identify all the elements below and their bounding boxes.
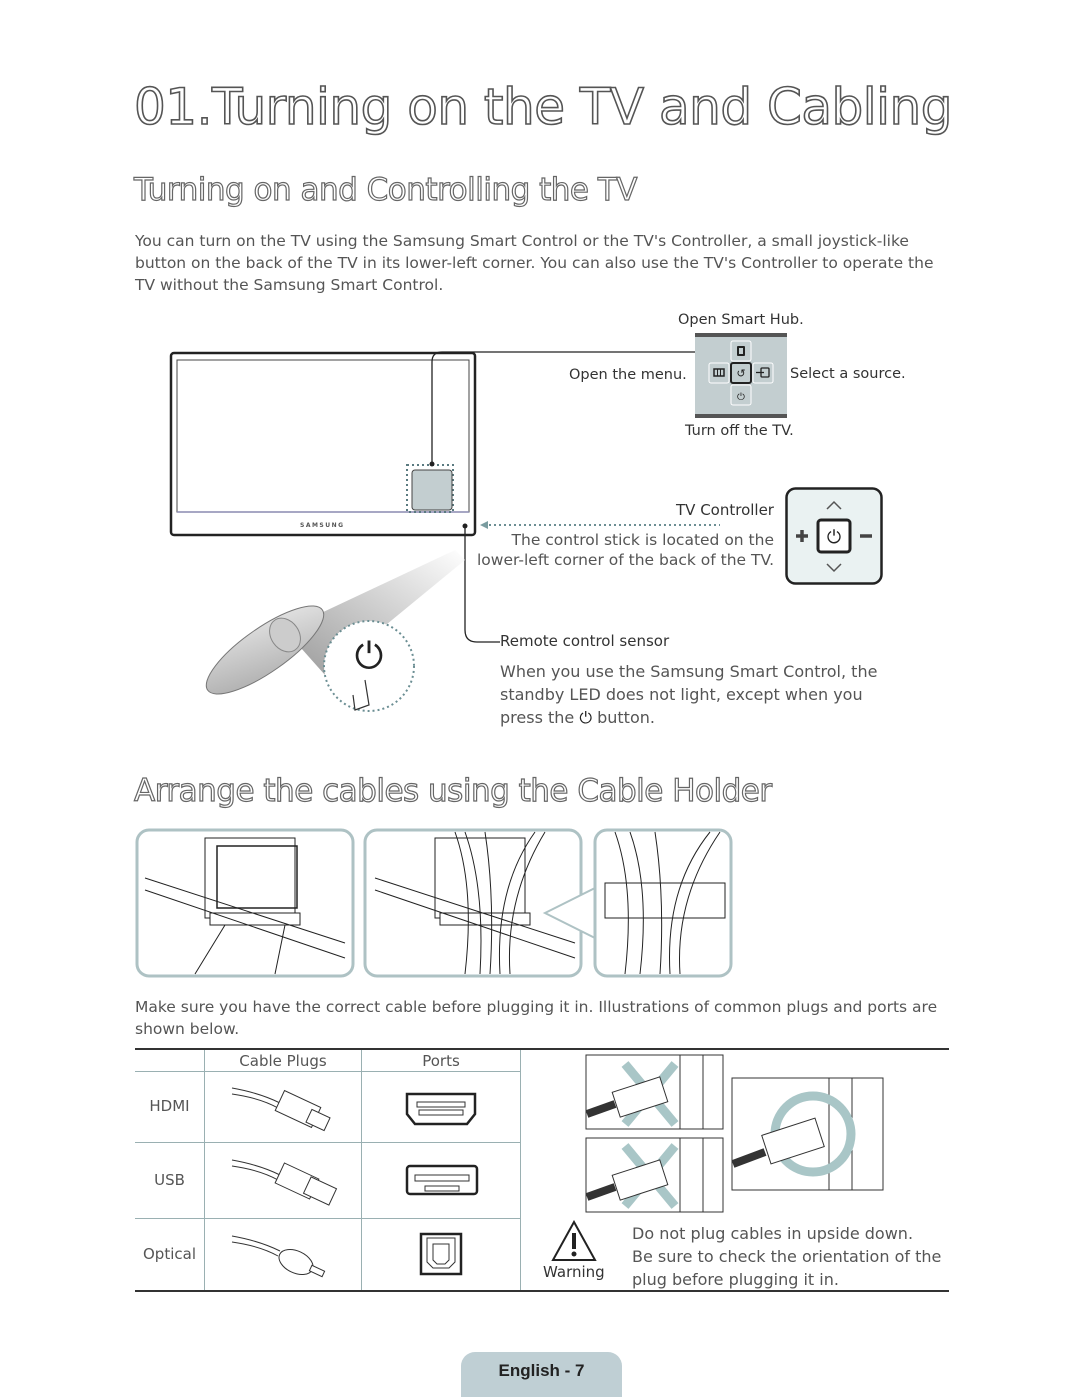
line3-after: button. bbox=[597, 708, 655, 727]
cable-holder-step-3-detail bbox=[593, 828, 733, 978]
row-label-hdmi: HDMI bbox=[149, 1097, 190, 1115]
remote-sensor-desc: When you use the Samsung Smart Control, … bbox=[500, 660, 880, 729]
tv-brand-logo: SAMSUNG bbox=[300, 522, 345, 529]
warning-line-1: Do not plug cables in upside down. bbox=[632, 1224, 914, 1243]
remote-sensor-title: Remote control sensor bbox=[500, 632, 670, 650]
tv-controller-desc-1: The control stick is located on the bbox=[511, 531, 774, 549]
power-button-icon: ⏻ bbox=[827, 527, 841, 548]
usb-port-icon bbox=[405, 1164, 479, 1196]
callout-lines bbox=[429, 351, 720, 643]
section-heading-cable-holder: Arrange the cables using the Cable Holde… bbox=[133, 772, 772, 809]
page-title: 01.Turning on the TV and Cabling bbox=[133, 77, 953, 137]
tv-controller-title: TV Controller bbox=[676, 501, 774, 519]
warning-line-2: Be sure to check the orientation of the bbox=[632, 1247, 942, 1266]
header-cable-plugs: Cable Plugs bbox=[239, 1052, 327, 1070]
cable-intro-paragraph: Make sure you have the correct cable bef… bbox=[135, 998, 938, 1038]
open-menu-label: Open the menu. bbox=[569, 367, 687, 383]
warning-label: Warning bbox=[543, 1263, 605, 1281]
turn-off-tv-label: Turn off the TV. bbox=[685, 423, 794, 439]
inline-power-icon: ⏻ bbox=[579, 708, 592, 727]
optical-port-icon bbox=[419, 1232, 463, 1276]
hdmi-port-icon bbox=[405, 1092, 477, 1126]
orientation-illustrations bbox=[585, 1054, 884, 1213]
warning-line-3: plug before plugging it in. bbox=[632, 1270, 839, 1289]
select-source-label: Select a source. bbox=[790, 366, 906, 382]
optical-plug-icon bbox=[231, 1235, 326, 1278]
remote-sensor-line-2: standby LED does not light, except when … bbox=[500, 685, 863, 704]
remote-power-icon: ⏻ bbox=[355, 636, 383, 677]
line3-before: press the bbox=[500, 708, 575, 727]
section-heading-turning-on: Turning on and Controlling the TV bbox=[133, 171, 638, 208]
warning-text: Do not plug cables in upside down. Be su… bbox=[632, 1222, 952, 1291]
header-ports: Ports bbox=[422, 1052, 460, 1070]
remote-sensor-line-1: When you use the Samsung Smart Control, … bbox=[500, 662, 878, 681]
warning-icon bbox=[551, 1220, 597, 1261]
open-smart-hub-label: Open Smart Hub. bbox=[678, 312, 804, 328]
cable-holder-step-2 bbox=[363, 828, 583, 978]
page-number-tab: English - 7 bbox=[461, 1352, 622, 1397]
intro-paragraph: You can turn on the TV using the Samsung… bbox=[135, 232, 934, 294]
tv-controller-desc-2: lower-left corner of the back of the TV. bbox=[477, 551, 774, 569]
correct-orientation bbox=[731, 1077, 884, 1191]
usb-plug-icon bbox=[231, 1159, 338, 1206]
hdmi-plug-icon bbox=[231, 1087, 331, 1132]
row-label-optical: Optical bbox=[143, 1245, 196, 1263]
wrong-orientation-1 bbox=[585, 1054, 724, 1130]
remote-illustration: ⏻ bbox=[205, 550, 465, 712]
plug-table: Cable Plugs Ports HDMI USB Optical bbox=[135, 1050, 521, 1290]
cable-holder-illustrations bbox=[135, 828, 733, 978]
remote-sensor-line-3: press the ⏻ button. bbox=[500, 706, 880, 729]
smart-hub-icon bbox=[737, 346, 745, 356]
cable-holder-step-1 bbox=[135, 828, 355, 978]
controller-menu-panel: ↺ ⏻ bbox=[695, 333, 787, 418]
power-icon: ⏻ bbox=[737, 392, 745, 403]
return-icon: ↺ bbox=[736, 367, 745, 380]
wrong-orientation-2 bbox=[585, 1137, 724, 1213]
row-label-usb: USB bbox=[154, 1171, 185, 1189]
tv-controller-joystick: ⏻ bbox=[785, 487, 883, 585]
